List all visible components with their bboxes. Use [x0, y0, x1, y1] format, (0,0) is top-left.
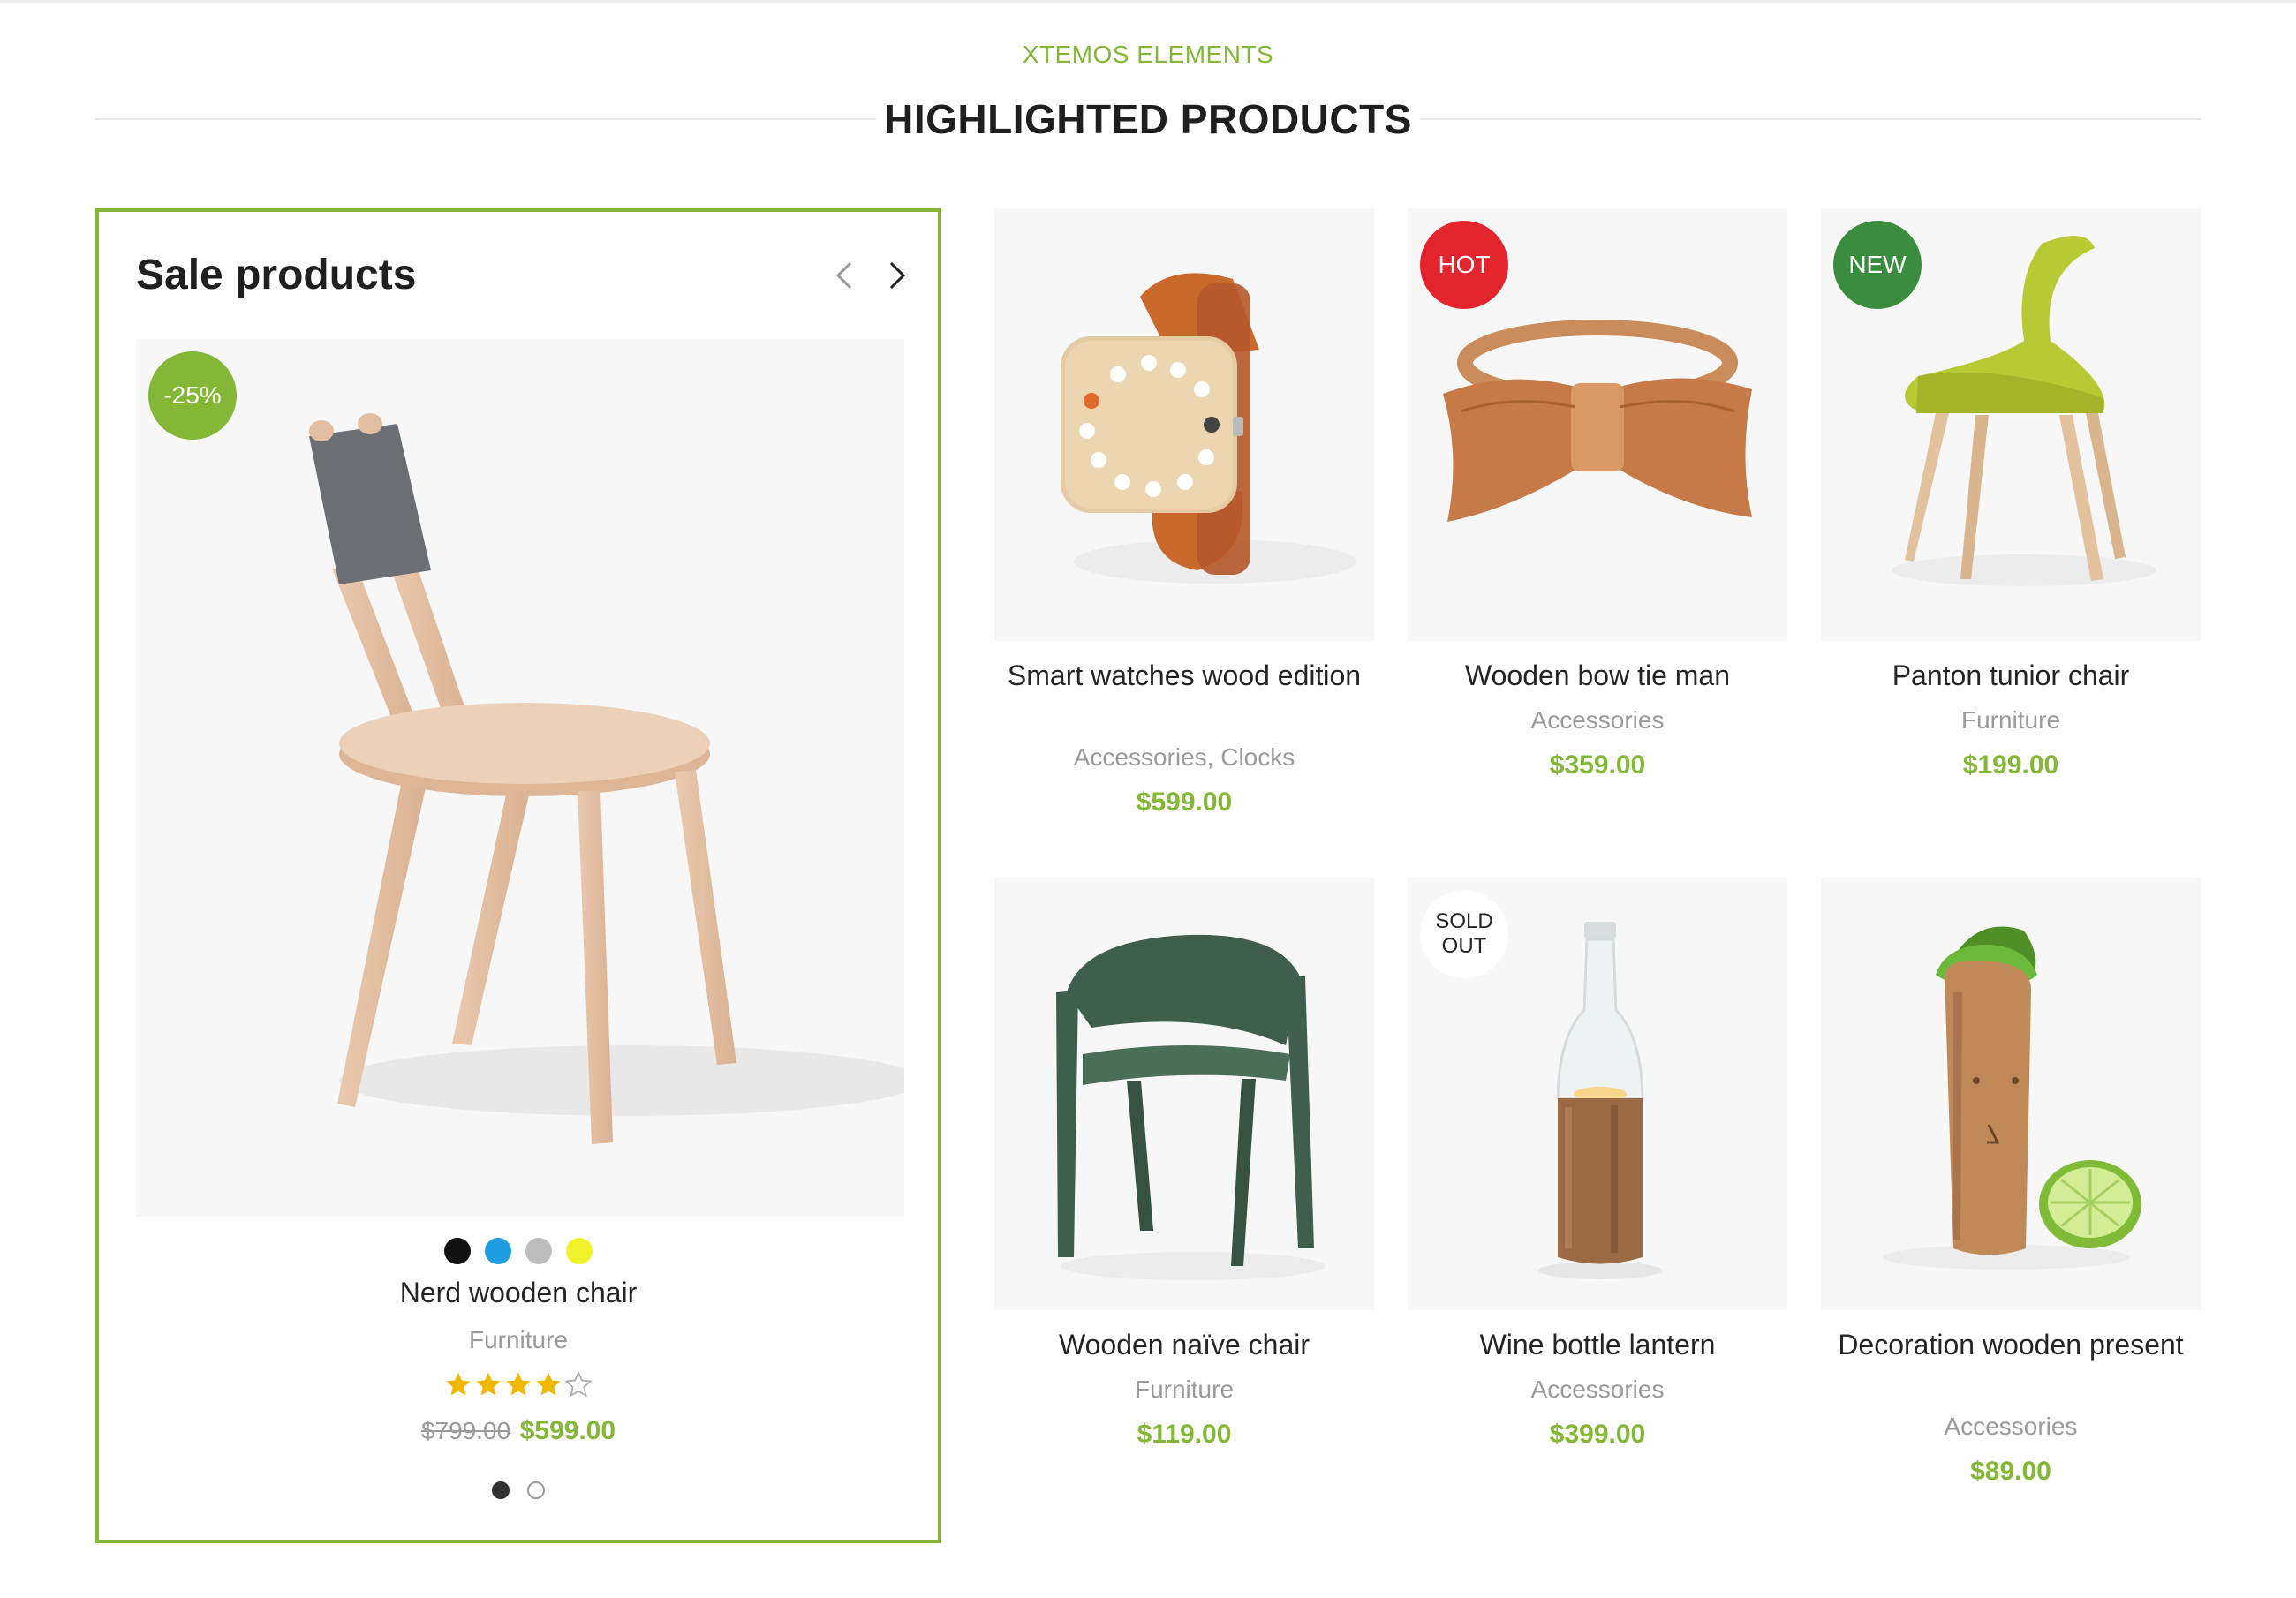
- product-image[interactable]: [994, 208, 1374, 641]
- product-price: $359.00: [1549, 750, 1646, 780]
- product-category[interactable]: Furniture: [994, 1376, 1374, 1404]
- product-category[interactable]: Accessories, Clocks: [994, 743, 1374, 772]
- star-filled-icon: [476, 1372, 501, 1396]
- section-subtitle: XTEMOS ELEMENTS: [1022, 41, 1274, 68]
- product-image[interactable]: NEW: [1821, 208, 2201, 641]
- star-empty-icon: [564, 1370, 593, 1398]
- green-chair-image: [1056, 934, 1325, 1280]
- product-price: $199.00: [1962, 750, 2059, 780]
- star-rating: [99, 1370, 938, 1398]
- carousel-next-button[interactable]: [880, 258, 915, 293]
- sale-product-category[interactable]: Furniture: [99, 1326, 938, 1354]
- nerd-chair-image: [309, 413, 904, 1144]
- swatch-gray[interactable]: [525, 1238, 552, 1264]
- chevron-right-icon: [889, 261, 906, 290]
- product-price: $119.00: [1137, 1420, 1232, 1449]
- swatch-blue[interactable]: [485, 1238, 511, 1264]
- product-price: $599.00: [1136, 788, 1233, 817]
- product-category[interactable]: Accessories: [1821, 1413, 2201, 1441]
- star-filled-icon: [536, 1372, 561, 1396]
- product-name[interactable]: Wine bottle lantern: [1408, 1326, 1787, 1363]
- product-image[interactable]: HOT: [1408, 208, 1787, 641]
- carousel-prev-button[interactable]: [827, 258, 862, 293]
- product-name[interactable]: Wooden naïve chair: [994, 1326, 1374, 1363]
- star-filled-icon: [446, 1372, 471, 1396]
- product-category[interactable]: Accessories: [1408, 706, 1787, 735]
- chevron-left-icon: [835, 261, 852, 290]
- product-image[interactable]: [1821, 878, 2201, 1310]
- title-row: HIGHLIGHTED PRODUCTS: [95, 92, 2201, 145]
- carousel-pagination: [99, 1481, 938, 1499]
- product-name[interactable]: Panton tunior chair: [1821, 657, 2201, 694]
- star-filled-icon: [506, 1372, 531, 1396]
- sale-products-box: Sale products -25% Nerd wooden chair Fur…: [95, 208, 941, 1543]
- new-badge: NEW: [1833, 221, 1922, 309]
- swatch-yellow[interactable]: [566, 1238, 593, 1264]
- pagination-dot-2[interactable]: [527, 1481, 545, 1499]
- section-header: XTEMOS ELEMENTS HIGHLIGHTED PRODUCTS: [0, 0, 2296, 177]
- product-name[interactable]: Decoration wooden present: [1821, 1326, 2201, 1363]
- product-image[interactable]: [994, 878, 1374, 1310]
- swatch-black[interactable]: [444, 1238, 471, 1264]
- color-swatches: [99, 1238, 938, 1264]
- product-name[interactable]: Smart watches wood edition: [994, 657, 1374, 694]
- sale-price-row: $799.00 $599.00: [99, 1416, 938, 1446]
- sale-box-title: Sale products: [136, 252, 417, 298]
- wooden-figure-image: [1883, 926, 2141, 1270]
- title-divider-right: [1420, 118, 2201, 120]
- product-name[interactable]: Wooden bow tie man: [1408, 657, 1787, 694]
- wood-watch-image: [1061, 273, 1356, 584]
- sale-product-image[interactable]: -25%: [136, 339, 904, 1217]
- product-category[interactable]: Furniture: [1821, 706, 2201, 735]
- product-image[interactable]: SOLD OUT: [1408, 878, 1787, 1310]
- product-price: $89.00: [1970, 1457, 2051, 1486]
- sale-price: $599.00: [519, 1416, 616, 1445]
- discount-badge: -25%: [148, 351, 237, 440]
- product-category[interactable]: Accessories: [1408, 1376, 1787, 1404]
- old-price: $799.00: [420, 1417, 511, 1444]
- pagination-dot-1[interactable]: [492, 1481, 510, 1499]
- hot-badge: HOT: [1420, 221, 1508, 309]
- sale-product-name[interactable]: Nerd wooden chair: [99, 1277, 938, 1309]
- product-price: $399.00: [1549, 1420, 1646, 1449]
- sold-out-badge: SOLD OUT: [1420, 890, 1508, 978]
